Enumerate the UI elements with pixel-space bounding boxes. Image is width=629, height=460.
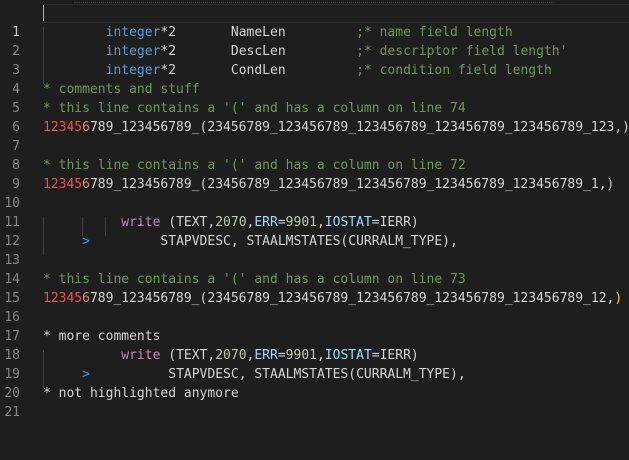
unit-arg: TEXT (176, 215, 208, 230)
code-line[interactable]: 4 integer*2 CondLen ;* condition field l… (0, 61, 629, 97)
type-size: *2 (160, 25, 177, 40)
code-line[interactable]: 16 123456789_123456789_(23456789_1234567… (0, 289, 629, 325)
spacing (286, 44, 356, 59)
iostat-variable: IERR (379, 215, 411, 230)
comment-line: * this line contains a '(' and has a col… (43, 272, 466, 287)
code-line[interactable]: 5 * comments and stuff (0, 80, 629, 116)
spacing (176, 25, 231, 40)
code-text: 789_123456789_(23456789_123456789_123456… (89, 177, 615, 192)
iostat-specifier: IOSTAT (324, 348, 372, 363)
code-line[interactable]: 7 123456789_123456789_(23456789_12345678… (0, 118, 629, 154)
statement-label: 12345 (43, 291, 83, 306)
type-keyword: integer (105, 63, 161, 78)
comment-line: * this line contains a '(' and has a col… (43, 101, 466, 116)
inline-comment: ;* condition field length (356, 63, 552, 78)
variable-name: NameLen (230, 25, 286, 40)
line-number: 21 (4, 405, 20, 420)
code-line[interactable]: 6 * this line contains a '(' and has a c… (0, 99, 629, 135)
code-line[interactable]: 21 * not highlighted anymore (0, 384, 629, 420)
comma: , (316, 215, 325, 230)
variable-name: DescLen (230, 44, 286, 59)
format-label: 2070 (215, 215, 247, 230)
type-size: *2 (160, 44, 177, 59)
code-line[interactable]: 1 (0, 4, 629, 40)
statement-label: 12345 (43, 177, 83, 192)
code-editor[interactable]: 1 2 integer*2 NameLen ;* name field leng… (0, 0, 629, 420)
variable-name: CondLen (230, 63, 286, 78)
code-line[interactable]: 2 integer*2 NameLen ;* name field length (0, 23, 629, 59)
inline-comment: ;* descriptor field length' (356, 44, 568, 59)
close-paren: ) (410, 215, 419, 230)
code-line[interactable]: 12 write (TEXT,2070,ERR=9901,IOSTAT=IERR… (0, 213, 629, 249)
write-keyword: write (121, 348, 161, 363)
continuation-column: 6 (82, 177, 90, 192)
close-paren-highlight: ) (614, 291, 623, 306)
code-line[interactable]: 10 123456789_123456789_(23456789_1234567… (0, 175, 629, 211)
iostat-variable: IERR (379, 348, 411, 363)
code-line[interactable]: 11 (0, 194, 629, 230)
equals: = (277, 348, 286, 363)
chevron-right-icon: > (82, 234, 90, 249)
code-line[interactable]: 15 * this line contains a '(' and has a … (0, 270, 629, 306)
type-size: *2 (160, 63, 177, 78)
chevron-right-icon: > (82, 367, 90, 382)
inline-comment: ;* name field length (356, 25, 513, 40)
format-label: 2070 (215, 348, 247, 363)
code-text: STAPVDESC, STAALMSTATES(CURRALM_TYPE), (168, 367, 466, 382)
err-specifier: ERR (254, 348, 278, 363)
spacing (176, 44, 231, 59)
comment-line: * not highlighted anymore (43, 386, 239, 401)
code-line[interactable]: 20 > STAPVDESC, STAALMSTATES(CURRALM_TYP… (0, 365, 629, 401)
continuation-column: 6 (82, 120, 90, 135)
code-text: 789_123456789_(23456789_123456789_123456… (89, 120, 629, 135)
code-line[interactable]: 18 * more comments (0, 327, 629, 363)
code-line[interactable]: 3 integer*2 DescLen ;* descriptor field … (0, 42, 629, 78)
err-specifier: ERR (254, 215, 278, 230)
code-line[interactable]: 19 write (TEXT,2070,ERR=9901,IOSTAT=IERR… (0, 346, 629, 382)
spacing (90, 367, 168, 382)
code-line[interactable]: 17 (0, 308, 629, 344)
code-text: 789_123456789_(23456789_123456789_123456… (89, 291, 615, 306)
spacing (90, 234, 160, 249)
code-line[interactable]: 8 (0, 137, 629, 173)
statement-label: 12345 (43, 120, 83, 135)
spacing (286, 63, 356, 78)
close-paren: ) (410, 348, 419, 363)
type-keyword: integer (105, 44, 161, 59)
comma: , (316, 348, 325, 363)
iostat-specifier: IOSTAT (324, 215, 372, 230)
code-line[interactable]: 14 (0, 251, 629, 287)
err-label: 9901 (285, 215, 317, 230)
equals: = (371, 348, 380, 363)
code-line[interactable]: 9 * this line contains a '(' and has a c… (0, 156, 629, 192)
comment-line: * comments and stuff (43, 82, 200, 97)
continuation-column: 6 (82, 291, 90, 306)
write-keyword: write (121, 215, 161, 230)
open-paren: ( (168, 215, 177, 230)
spacing (176, 63, 231, 78)
comment-line: * this line contains a '(' and has a col… (43, 158, 466, 173)
code-text: STAPVDESC, STAALMSTATES(CURRALM_TYPE), (160, 234, 458, 249)
spacing (286, 25, 356, 40)
text-cursor (43, 4, 44, 21)
unit-arg: TEXT (176, 348, 208, 363)
open-paren: ( (168, 348, 177, 363)
clipped-previous-line (74, 0, 554, 3)
code-line[interactable]: 13 > STAPVDESC, STAALMSTATES(CURRALM_TYP… (0, 232, 629, 268)
comment-line: * more comments (43, 329, 161, 344)
type-keyword: integer (105, 25, 161, 40)
err-label: 9901 (285, 348, 317, 363)
equals: = (277, 215, 286, 230)
equals: = (371, 215, 380, 230)
